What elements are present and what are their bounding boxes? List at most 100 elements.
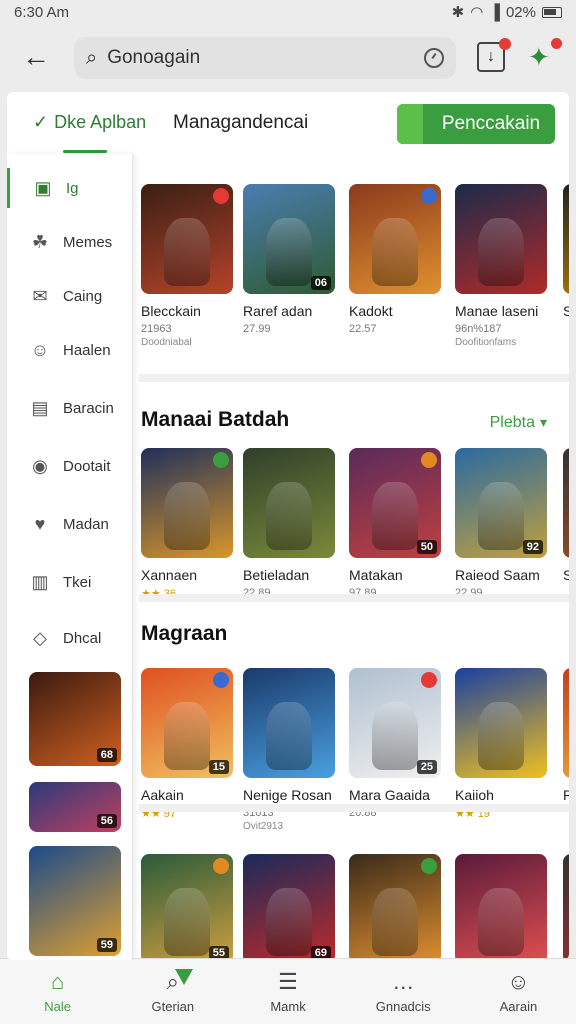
status-badge bbox=[421, 858, 437, 874]
character-figure bbox=[164, 218, 210, 286]
character-figure bbox=[164, 482, 210, 550]
game-section: 55 69 bbox=[139, 804, 569, 960]
rail-item-heart[interactable]: ♥ Madan bbox=[7, 504, 133, 544]
character-figure bbox=[478, 218, 524, 286]
game-publisher: Doodniabal bbox=[141, 337, 192, 348]
status-time: 6:30 Am bbox=[14, 3, 70, 21]
nav-label: Gterian bbox=[151, 999, 195, 1014]
game-card[interactable]: Sc bbox=[563, 448, 569, 583]
rail-item-grid[interactable]: ▣ Ig bbox=[7, 168, 133, 208]
game-card[interactable]: Xannaen ★★ 36 bbox=[141, 448, 233, 600]
game-card[interactable] bbox=[349, 854, 441, 960]
game-thumbnail bbox=[563, 184, 569, 294]
puzzle-icon[interactable]: ✦ bbox=[528, 38, 562, 72]
tab-apps[interactable]: ✓ Dke Aplban bbox=[33, 112, 146, 133]
primary-action-button[interactable]: Penccakain bbox=[397, 104, 555, 144]
game-card[interactable]: Manae laseni 96n%187 Doofitionfams bbox=[455, 184, 547, 348]
game-card[interactable]: Kaiioh ★★ 19 bbox=[455, 668, 547, 820]
game-card[interactable]: 15 Aakain ★★ 97 bbox=[141, 668, 233, 820]
game-card[interactable]: Blecckain 21963 Doodniabal bbox=[141, 184, 233, 348]
character-figure bbox=[266, 888, 312, 956]
character-figure bbox=[164, 888, 210, 956]
game-card[interactable]: 69 bbox=[243, 854, 335, 960]
game-card[interactable]: Ra bbox=[563, 668, 569, 803]
game-thumbnail: 92 bbox=[455, 448, 547, 558]
rail-item-person[interactable]: ☺ Haalen bbox=[7, 330, 133, 370]
download-icon[interactable]: ↓ bbox=[477, 38, 511, 72]
rail-item-controller[interactable]: ◉ Dootait bbox=[7, 446, 133, 486]
game-card[interactable]: Kadokt 22.57 bbox=[349, 184, 441, 335]
section-more-link[interactable]: Plebta bbox=[490, 414, 535, 432]
rating-badge: 06 bbox=[310, 276, 331, 290]
game-title: Xannaen bbox=[141, 567, 198, 583]
rail-item-mail[interactable]: ✉ Caing bbox=[7, 276, 133, 316]
game-thumbnail bbox=[243, 668, 335, 778]
rail-item-book[interactable]: ▥ Tkei bbox=[7, 562, 133, 602]
nav-label: Gnnadcis bbox=[375, 999, 431, 1014]
section-title: Manaai Batdah bbox=[141, 408, 290, 431]
game-card[interactable]: 25 Mara Gaaida 20.88 bbox=[349, 668, 441, 819]
character-figure bbox=[266, 702, 312, 770]
search-input[interactable]: ⌕ Gonoagain bbox=[74, 37, 456, 79]
character-figure bbox=[266, 218, 312, 286]
content-area: Blecckain 21963 Doodniabal 06 Raref adan 27.9… bbox=[139, 154, 569, 960]
tab-manage[interactable]: Managandencai bbox=[173, 112, 308, 134]
main-sheet: ✓ Dke Aplban Managandencai Penccakain ▣ I… bbox=[7, 92, 569, 960]
character-figure bbox=[372, 702, 418, 770]
rail-item-label: Ig bbox=[66, 179, 79, 197]
game-thumbnail bbox=[455, 184, 547, 294]
battery-text: 02% bbox=[505, 3, 536, 21]
status-badge bbox=[421, 672, 437, 688]
book-icon: ▥ bbox=[31, 571, 49, 592]
back-arrow-icon[interactable]: ← bbox=[8, 29, 64, 85]
tab-apps-icon: ✓ bbox=[33, 112, 49, 132]
game-meta: 27.99 bbox=[243, 323, 271, 335]
person-icon: ☺ bbox=[30, 339, 50, 360]
battery-icon bbox=[542, 6, 562, 18]
section-title: Magraan bbox=[141, 622, 228, 645]
rail-game-thumbnail[interactable]: 56 bbox=[29, 782, 121, 832]
history-icon[interactable] bbox=[424, 48, 444, 68]
game-card[interactable]: 06 Raref adan 27.99 bbox=[243, 184, 335, 335]
game-thumbnail: 50 bbox=[349, 448, 441, 558]
rail-game-thumbnail[interactable]: 59 bbox=[29, 846, 121, 956]
nav-person[interactable]: ☺ Aarain bbox=[461, 959, 576, 1024]
nav-search[interactable]: ⌕ Gterian bbox=[115, 959, 230, 1024]
tag-icon: ◇ bbox=[33, 627, 47, 648]
game-card[interactable]: Betieladan 22.89 bbox=[243, 448, 335, 599]
game-title: Raieod Saam bbox=[455, 567, 540, 583]
game-thumbnail: 25 bbox=[349, 668, 441, 778]
game-card[interactable]: 92 Raieod Saam 22.99 bbox=[455, 448, 547, 599]
game-thumbnail bbox=[455, 854, 547, 960]
rail-item-label: Haalen bbox=[63, 341, 111, 359]
rail-item-tag[interactable]: ◇ Dhcal bbox=[7, 618, 133, 658]
search-query: Gonoagain bbox=[107, 47, 201, 68]
game-card[interactable]: 55 bbox=[141, 854, 233, 960]
nav-home[interactable]: ⌂ Nale bbox=[0, 959, 115, 1024]
game-card[interactable]: 50 Matakan 97.89 bbox=[349, 448, 441, 599]
nav-label: Mamk bbox=[270, 999, 306, 1014]
character-figure bbox=[372, 482, 418, 550]
game-title: Sc bbox=[563, 303, 569, 319]
game-title: Kadokt bbox=[349, 303, 393, 319]
controller-icon: ◉ bbox=[32, 455, 48, 476]
game-thumbnail: 69 bbox=[243, 854, 335, 960]
character-figure bbox=[478, 702, 524, 770]
tab-apps-label: Dke Aplban bbox=[54, 112, 147, 132]
nav-dots[interactable]: … Gnnadcis bbox=[346, 959, 461, 1024]
character-figure bbox=[478, 482, 524, 550]
game-card[interactable] bbox=[563, 854, 569, 960]
chevron-down-icon: ▾ bbox=[539, 414, 547, 430]
rail-game-thumbnail[interactable]: 68 bbox=[29, 672, 121, 766]
game-card[interactable]: Sc bbox=[563, 184, 569, 319]
search-icon: ⌕ bbox=[86, 46, 98, 69]
person-icon: ☺ bbox=[507, 969, 530, 994]
game-card[interactable] bbox=[455, 854, 547, 960]
game-thumbnail bbox=[563, 854, 569, 960]
grid-icon: ▣ bbox=[34, 177, 52, 198]
rail-item-bag[interactable]: ▤ Baracin bbox=[7, 388, 133, 428]
game-thumbnail bbox=[141, 448, 233, 558]
game-title: Mara Gaaida bbox=[349, 787, 430, 803]
rail-item-leaf[interactable]: ☘ Memes bbox=[7, 222, 133, 262]
nav-list[interactable]: ☰ Mamk bbox=[230, 959, 345, 1024]
